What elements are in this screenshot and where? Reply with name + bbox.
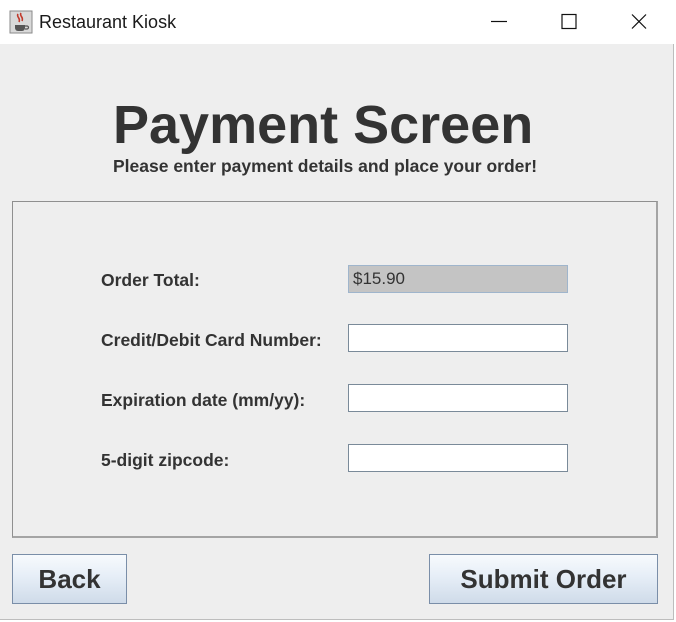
minimize-button[interactable] [464,0,534,44]
back-button[interactable]: Back [12,554,127,604]
order-total-label: Order Total: [101,270,200,290]
maximize-button[interactable] [534,0,604,44]
zipcode-label: 5-digit zipcode: [101,450,230,470]
java-coffee-cup-icon [9,10,33,34]
close-icon [631,14,647,29]
zipcode-input[interactable] [348,444,568,472]
payment-form-panel [12,201,658,538]
card-number-label: Credit/Debit Card Number: [101,330,322,350]
window-title: Restaurant Kiosk [39,12,177,32]
submit-order-button[interactable]: Submit Order [429,554,658,604]
app-window: Restaurant Kiosk Payment Screen Please e… [0,0,674,620]
close-button[interactable] [604,0,674,44]
page-title: Payment Screen [113,95,534,155]
expiration-date-input[interactable] [348,384,568,412]
order-total-field [348,265,568,293]
minimize-icon [491,20,507,23]
title-bar[interactable]: Restaurant Kiosk [0,0,674,44]
page-subtitle: Please enter payment details and place y… [113,156,538,176]
card-number-input[interactable] [348,324,568,352]
maximize-icon [561,13,577,30]
expiration-date-label: Expiration date (mm/yy): [101,390,306,410]
